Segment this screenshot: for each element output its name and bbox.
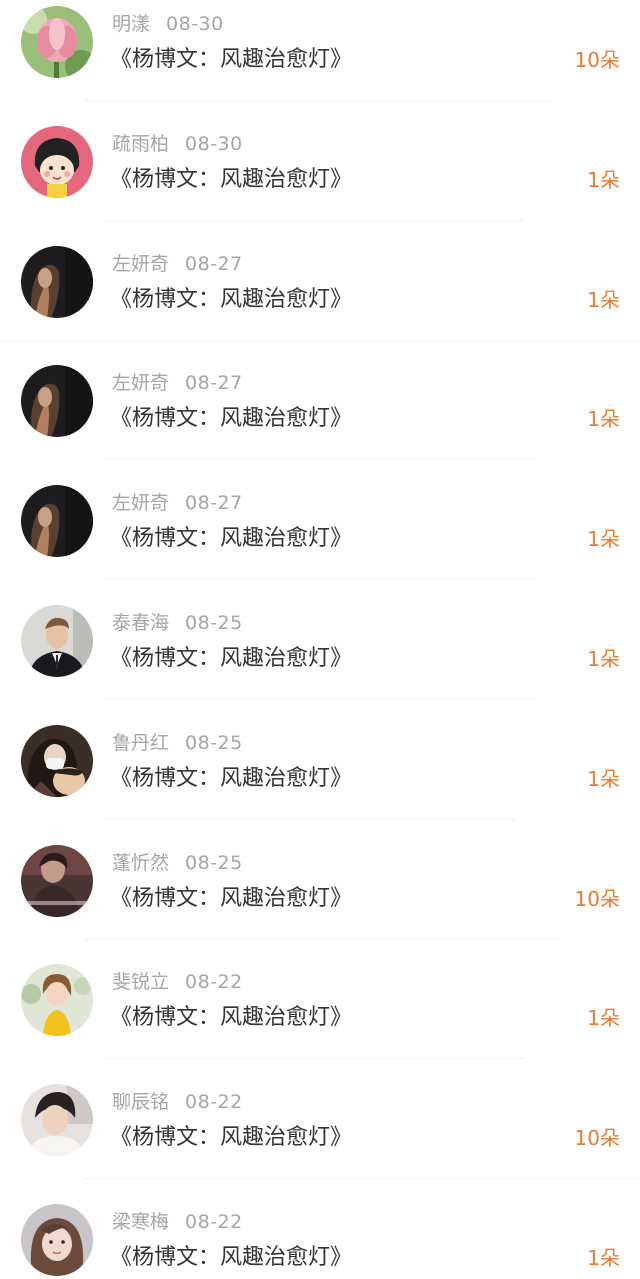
flower-count: 1朵 <box>587 407 620 431</box>
user-name: 泰春海 <box>112 612 170 634</box>
user-name: 左妍奇 <box>112 372 170 394</box>
record-meta: 聊辰铭 08-22 <box>112 1089 243 1115</box>
record-meta: 左妍奇 08-27 <box>112 490 243 516</box>
item-title: 《杨博文：风趣治愈灯》 <box>110 1005 353 1030</box>
user-name: 蓬忻然 <box>112 852 170 874</box>
record-date: 08-22 <box>185 1091 243 1113</box>
cartoon-girl-avatar <box>21 126 93 198</box>
row-divider <box>105 819 515 820</box>
list-item[interactable]: 明漾 08-30 《杨博文：风趣治愈灯》 10朵 <box>0 0 640 120</box>
item-title: 《杨博文：风趣治愈灯》 <box>110 886 353 911</box>
user-name: 聊辰铭 <box>112 1091 170 1113</box>
item-title: 《杨博文：风趣治愈灯》 <box>110 47 353 72</box>
record-meta: 左妍奇 08-27 <box>112 370 243 396</box>
list-item[interactable]: 泰春海 08-25 《杨博文：风趣治愈灯》 1朵 <box>0 599 640 719</box>
record-date: 08-27 <box>185 253 243 275</box>
user-name: 鲁丹红 <box>112 732 170 754</box>
row-divider <box>105 699 535 700</box>
flower-count: 1朵 <box>587 1246 620 1270</box>
list-item[interactable]: 梁寒梅 08-22 《杨博文：风趣治愈灯》 1朵 <box>0 1198 640 1279</box>
user-name: 明漾 <box>112 13 151 35</box>
avatar[interactable] <box>21 246 93 318</box>
avatar[interactable] <box>21 725 93 797</box>
flower-count: 10朵 <box>574 48 620 72</box>
user-name: 左妍奇 <box>112 253 170 275</box>
item-title: 《杨博文：风趣治愈灯》 <box>110 1245 353 1270</box>
record-date: 08-25 <box>185 852 243 874</box>
lotus-flower-avatar <box>21 6 93 78</box>
little-girl-avatar <box>21 964 93 1036</box>
record-date: 08-22 <box>185 1211 243 1233</box>
record-date: 08-27 <box>185 372 243 394</box>
dark-portrait-avatar <box>21 246 93 318</box>
record-meta: 明漾 08-30 <box>112 11 224 37</box>
row-divider <box>105 459 535 460</box>
dark-portrait-avatar <box>21 485 93 557</box>
record-date: 08-22 <box>185 971 243 993</box>
user-name: 梁寒梅 <box>112 1211 170 1233</box>
flower-count: 10朵 <box>574 1126 620 1150</box>
list-item[interactable]: 左妍奇 08-27 《杨博文：风趣治愈灯》 1朵 <box>0 240 640 360</box>
record-meta: 梁寒梅 08-22 <box>112 1209 243 1235</box>
list-item[interactable]: 鲁丹红 08-25 《杨博文：风趣治愈灯》 1朵 <box>0 719 640 839</box>
list-item[interactable]: 斐锐立 08-22 《杨博文：风趣治愈灯》 1朵 <box>0 958 640 1078</box>
avatar[interactable] <box>21 126 93 198</box>
avatar[interactable] <box>21 845 93 917</box>
avatar[interactable] <box>21 964 93 1036</box>
record-meta: 斐锐立 08-22 <box>112 969 243 995</box>
flower-count: 1朵 <box>587 168 620 192</box>
row-divider <box>105 1058 525 1059</box>
row-divider <box>85 939 560 940</box>
record-meta: 蓬忻然 08-25 <box>112 850 243 876</box>
list-item[interactable]: 疏雨柏 08-30 《杨博文：风趣治愈灯》 1朵 <box>0 120 640 240</box>
flower-count: 1朵 <box>587 527 620 551</box>
avatar[interactable] <box>21 605 93 677</box>
item-title: 《杨博文：风趣治愈灯》 <box>110 1125 353 1150</box>
flower-count: 1朵 <box>587 288 620 312</box>
row-divider <box>85 100 550 101</box>
avatar[interactable] <box>21 485 93 557</box>
record-date: 08-27 <box>185 492 243 514</box>
user-name: 斐锐立 <box>112 971 170 993</box>
record-meta: 泰春海 08-25 <box>112 610 243 636</box>
item-title: 《杨博文：风趣治愈灯》 <box>110 406 353 431</box>
user-name: 疏雨柏 <box>112 133 170 155</box>
row-divider <box>105 579 535 580</box>
row-divider <box>105 220 525 221</box>
suit-man-avatar <box>21 605 93 677</box>
flower-count: 10朵 <box>574 887 620 911</box>
list-item[interactable]: 左妍奇 08-27 《杨博文：风趣治愈灯》 1朵 <box>0 359 640 479</box>
girl-portrait-avatar <box>21 1204 93 1276</box>
young-man-avatar <box>21 1084 93 1156</box>
record-date: 08-30 <box>185 133 243 155</box>
record-date: 08-25 <box>185 612 243 634</box>
item-title: 《杨博文：风趣治愈灯》 <box>110 766 353 791</box>
avatar[interactable] <box>21 1204 93 1276</box>
list-item[interactable]: 蓬忻然 08-25 《杨博文：风趣治愈灯》 10朵 <box>0 839 640 959</box>
item-title: 《杨博文：风趣治愈灯》 <box>110 167 353 192</box>
avatar[interactable] <box>21 6 93 78</box>
list-item[interactable]: 聊辰铭 08-22 《杨博文：风趣治愈灯》 10朵 <box>0 1078 640 1198</box>
item-title: 《杨博文：风趣治愈灯》 <box>110 526 353 551</box>
flower-count: 1朵 <box>587 1006 620 1030</box>
record-date: 08-25 <box>185 732 243 754</box>
item-title: 《杨博文：风趣治愈灯》 <box>110 646 353 671</box>
record-date: 08-30 <box>166 13 224 35</box>
list-item[interactable]: 左妍奇 08-27 《杨博文：风趣治愈灯》 1朵 <box>0 479 640 599</box>
avatar[interactable] <box>21 1084 93 1156</box>
item-title: 《杨博文：风趣治愈灯》 <box>110 287 353 312</box>
row-divider <box>0 340 640 341</box>
avatar[interactable] <box>21 365 93 437</box>
record-meta: 疏雨柏 08-30 <box>112 131 243 157</box>
flower-count: 1朵 <box>587 767 620 791</box>
gift-record-list: 明漾 08-30 《杨博文：风趣治愈灯》 10朵 疏雨柏 08-30 《杨博文：风趣… <box>0 0 640 1279</box>
record-meta: 左妍奇 08-27 <box>112 251 243 277</box>
user-name: 左妍奇 <box>112 492 170 514</box>
record-meta: 鲁丹红 08-25 <box>112 730 243 756</box>
moody-photo-avatar <box>21 845 93 917</box>
mother-child-avatar <box>21 725 93 797</box>
row-divider <box>85 1178 640 1179</box>
flower-count: 1朵 <box>587 647 620 671</box>
dark-portrait-avatar <box>21 365 93 437</box>
